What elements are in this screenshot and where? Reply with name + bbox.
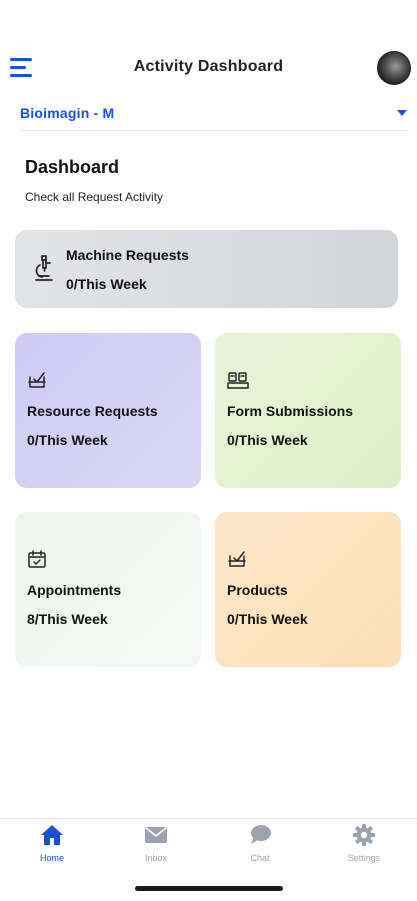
- tab-chat[interactable]: Chat: [208, 819, 312, 879]
- gear-icon: [352, 823, 376, 847]
- resource-requests-card[interactable]: Resource Requests 0/This Week: [15, 333, 201, 488]
- tab-settings[interactable]: Settings: [312, 819, 416, 879]
- form-submissions-count: 0/This Week: [227, 432, 308, 448]
- dashboard-heading: Dashboard: [25, 157, 120, 177]
- resource-requests-label: Resource Requests: [27, 403, 158, 419]
- checkbox-tray-icon: [27, 370, 47, 395]
- tab-chat-label: Chat: [250, 853, 270, 863]
- tab-settings-label: Settings: [347, 853, 381, 863]
- top-bar: Activity Dashboard: [0, 44, 417, 90]
- products-label: Products: [227, 582, 288, 598]
- machine-requests-card[interactable]: Machine Requests 0/This Week: [15, 230, 398, 308]
- tab-inbox[interactable]: Inbox: [104, 819, 208, 879]
- organization-dropdown[interactable]: Bioimagin - M: [20, 96, 409, 131]
- organization-selected-label: Bioimagin - M: [20, 105, 115, 121]
- tab-home-label: Home: [39, 853, 64, 863]
- microscope-icon: [33, 254, 55, 287]
- product-tray-icon: [227, 549, 247, 574]
- resource-requests-count: 0/This Week: [27, 432, 108, 448]
- chat-bubble-icon: [248, 823, 272, 847]
- envelope-icon: [144, 823, 168, 847]
- page-title: Activity Dashboard: [133, 58, 284, 75]
- tab-inbox-label: Inbox: [144, 853, 168, 863]
- form-submissions-card[interactable]: Form Submissions 0/This Week: [215, 333, 401, 488]
- products-count: 0/This Week: [227, 611, 308, 627]
- machine-requests-label: Machine Requests: [66, 247, 189, 263]
- tab-home[interactable]: Home: [0, 819, 104, 879]
- home-indicator: [135, 886, 283, 891]
- products-card[interactable]: Products 0/This Week: [215, 512, 401, 667]
- hamburger-menu-icon[interactable]: [10, 55, 34, 79]
- appointments-count: 8/This Week: [27, 611, 108, 627]
- home-icon: [40, 823, 64, 847]
- dashboard-subtitle: Check all Request Activity: [25, 190, 164, 204]
- user-avatar[interactable]: [377, 51, 411, 85]
- appointments-label: Appointments: [27, 582, 122, 598]
- chevron-down-icon: [397, 110, 407, 116]
- appointments-card[interactable]: Appointments 8/This Week: [15, 512, 201, 667]
- calendar-check-icon: [27, 549, 47, 574]
- machine-requests-count: 0/This Week: [66, 276, 147, 292]
- form-submissions-label: Form Submissions: [227, 403, 354, 419]
- form-cards-icon: [227, 370, 249, 395]
